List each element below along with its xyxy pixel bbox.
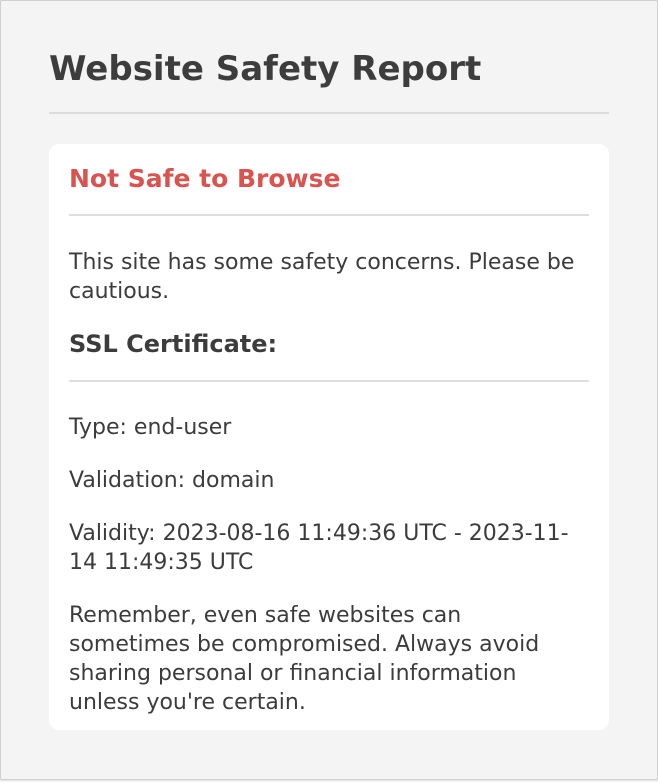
ssl-type: Type: end-user: [69, 415, 232, 440]
safety-reminder: Remember, even safe websites can sometim…: [69, 603, 540, 715]
safety-status: Not Safe to Browse: [69, 164, 341, 193]
report-card: Not Safe to Browse This site has some sa…: [49, 144, 609, 730]
title-divider: [49, 112, 609, 114]
status-divider: [69, 214, 589, 216]
popup-title: Website Safety Report: [49, 49, 482, 89]
safety-report-popup: Website Safety Report Not Safe to Browse…: [0, 0, 658, 780]
ssl-validity: Validity: 2023-08-16 11:49:36 UTC - 2023…: [69, 521, 569, 575]
ssl-divider: [69, 380, 589, 382]
ssl-validation: Validation: domain: [69, 468, 275, 493]
ssl-heading: SSL Certificate:: [69, 330, 278, 358]
safety-message: This site has some safety concerns. Plea…: [69, 250, 575, 304]
